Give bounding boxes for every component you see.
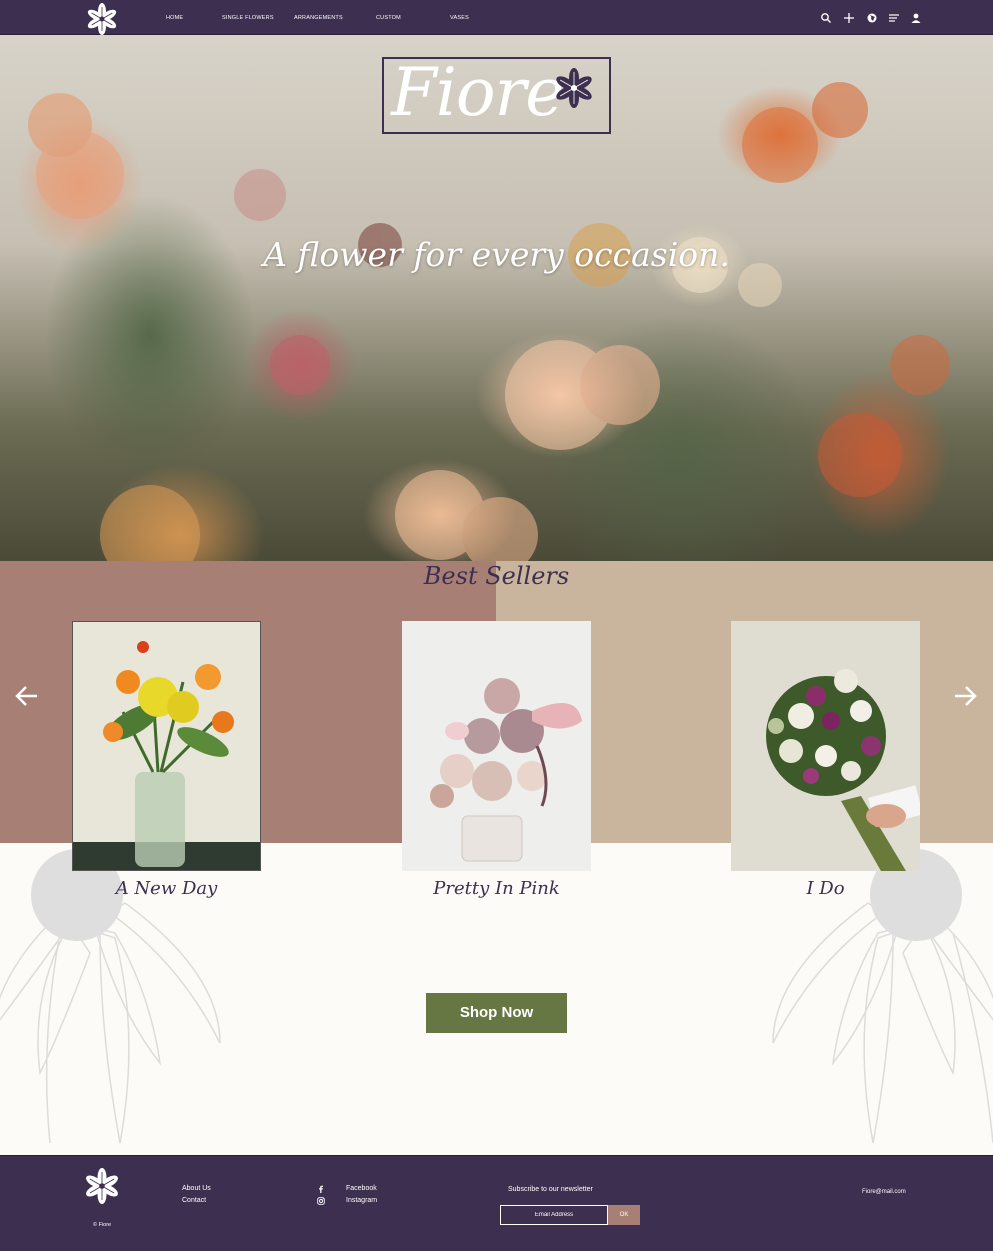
hero-tagline: A flower for every occasion. bbox=[263, 235, 730, 274]
carousel-prev-arrow-icon[interactable] bbox=[14, 683, 40, 709]
facebook-link[interactable]: Facebook bbox=[346, 1185, 377, 1192]
globe-icon[interactable] bbox=[866, 12, 878, 24]
instagram-icon[interactable] bbox=[317, 1197, 325, 1205]
flower-logo-icon bbox=[556, 68, 592, 108]
newsletter-email-input[interactable] bbox=[500, 1205, 608, 1225]
nav-link-custom[interactable]: CUSTOM bbox=[376, 15, 401, 21]
nav-link-vases[interactable]: VASES bbox=[450, 15, 469, 21]
brand-wordmark: Fiore bbox=[391, 54, 564, 131]
nav-link-arrangements[interactable]: ARRANGEMENTS bbox=[294, 15, 343, 21]
hero-banner: Fiore A flower for every occasion. bbox=[0, 35, 993, 561]
product-image-i-do[interactable] bbox=[731, 621, 920, 871]
copyright-text: © Fiore bbox=[93, 1222, 112, 1228]
product-image-a-new-day[interactable] bbox=[72, 621, 261, 871]
carousel-next-arrow-icon[interactable] bbox=[952, 683, 978, 709]
product-name[interactable]: I Do bbox=[731, 878, 920, 899]
facebook-icon[interactable] bbox=[317, 1185, 325, 1193]
newsletter-ok-button[interactable]: OK bbox=[608, 1205, 640, 1225]
contact-link[interactable]: Contact bbox=[182, 1197, 206, 1204]
nav-link-single-flowers[interactable]: SINGLE FLOWERS bbox=[222, 15, 274, 21]
instagram-link[interactable]: Instagram bbox=[346, 1197, 377, 1204]
flower-logo-icon[interactable] bbox=[84, 1168, 120, 1204]
flower-logo-icon[interactable] bbox=[86, 3, 118, 35]
footer: © Fiore About Us Contact Facebook Instag… bbox=[0, 1155, 993, 1251]
plus-icon[interactable] bbox=[843, 12, 855, 24]
top-navigation: HOME SINGLE FLOWERS ARRANGEMENTS CUSTOM … bbox=[0, 0, 993, 35]
hero-logo: Fiore bbox=[382, 54, 611, 134]
product-name[interactable]: A New Day bbox=[72, 878, 261, 899]
about-us-link[interactable]: About Us bbox=[182, 1185, 211, 1192]
product-image-pretty-in-pink[interactable] bbox=[402, 621, 591, 871]
shop-now-button[interactable]: Shop Now bbox=[426, 993, 567, 1033]
product-name[interactable]: Pretty In Pink bbox=[402, 878, 591, 899]
user-icon[interactable] bbox=[910, 12, 922, 24]
menu-icon[interactable] bbox=[888, 12, 900, 24]
contact-email[interactable]: Fiore@mail.com bbox=[862, 1189, 906, 1195]
section-title: Best Sellers bbox=[423, 562, 570, 590]
search-icon[interactable] bbox=[820, 12, 832, 24]
nav-link-home[interactable]: HOME bbox=[166, 15, 183, 21]
newsletter-title: Subscribe to our newsletter bbox=[508, 1186, 593, 1193]
